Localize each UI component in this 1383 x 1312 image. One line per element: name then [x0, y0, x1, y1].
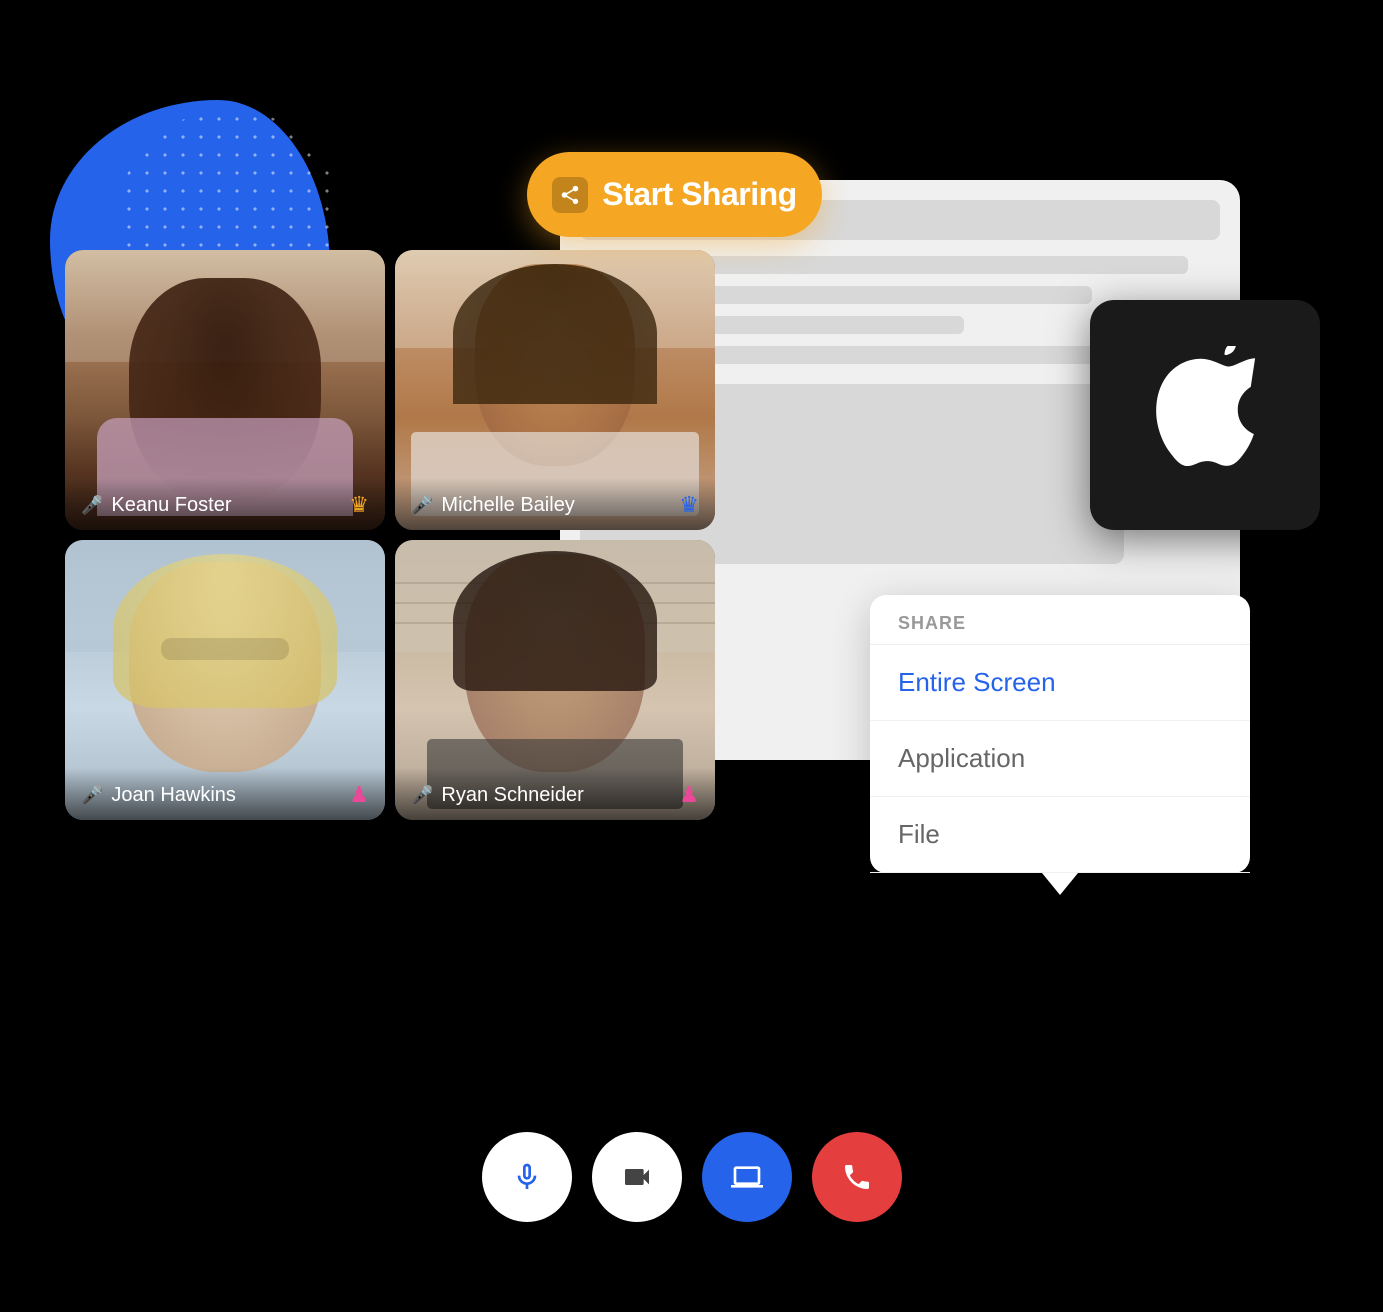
- apple-logo-card: [1090, 300, 1320, 530]
- mic-icon-joan: 🎤: [81, 785, 103, 806]
- mic-icon-michelle: 🎤: [411, 495, 433, 516]
- role-icon-keanu: ♛: [349, 492, 369, 518]
- mic-icon-keanu: 🎤: [81, 495, 103, 516]
- video-label-keanu: 🎤 Keanu Foster ♛: [65, 478, 385, 530]
- mic-button[interactable]: [482, 1132, 572, 1222]
- share-icon: [552, 177, 588, 213]
- role-icon-michelle: ♛: [679, 492, 699, 518]
- apple-icon: [1145, 346, 1265, 485]
- video-cell-joan: 🎤 Joan Hawkins ♟: [65, 540, 385, 820]
- controls-bar: [482, 1132, 902, 1222]
- start-sharing-label: Start Sharing: [602, 176, 796, 213]
- share-menu-arrow: [1042, 873, 1078, 895]
- video-cell-keanu: 🎤 Keanu Foster ♛: [65, 250, 385, 530]
- video-label-left-ryan: 🎤 Ryan Schneider: [411, 784, 584, 807]
- video-label-left-joan: 🎤 Joan Hawkins: [81, 784, 236, 807]
- start-sharing-button[interactable]: Start Sharing: [527, 152, 822, 237]
- share-menu: SHARE Entire Screen Application File: [870, 595, 1250, 873]
- share-menu-item-application[interactable]: Application: [870, 721, 1250, 797]
- screen-share-button[interactable]: [702, 1132, 792, 1222]
- video-grid: 🎤 Keanu Foster ♛ 🎤 Michelle Bailey: [65, 250, 715, 820]
- video-label-left-keanu: 🎤 Keanu Foster: [81, 494, 232, 517]
- role-icon-ryan: ♟: [679, 782, 699, 808]
- end-call-button[interactable]: [812, 1132, 902, 1222]
- mic-icon-ryan: 🎤: [411, 785, 433, 806]
- role-icon-joan: ♟: [349, 782, 369, 808]
- video-label-michelle: 🎤 Michelle Bailey ♛: [395, 478, 715, 530]
- person-name-keanu: Keanu Foster: [111, 494, 231, 517]
- video-label-left-michelle: 🎤 Michelle Bailey: [411, 494, 575, 517]
- video-cell-ryan: 🎤 Ryan Schneider ♟: [395, 540, 715, 820]
- person-name-michelle: Michelle Bailey: [441, 494, 574, 517]
- video-label-joan: 🎤 Joan Hawkins ♟: [65, 768, 385, 820]
- share-menu-item-entire-screen[interactable]: Entire Screen: [870, 645, 1250, 721]
- share-menu-header: SHARE: [870, 595, 1250, 644]
- person-name-joan: Joan Hawkins: [111, 784, 236, 807]
- camera-button[interactable]: [592, 1132, 682, 1222]
- share-menu-item-file[interactable]: File: [870, 797, 1250, 873]
- person-name-ryan: Ryan Schneider: [441, 784, 583, 807]
- video-label-ryan: 🎤 Ryan Schneider ♟: [395, 768, 715, 820]
- main-scene: Start Sharing SHARE Entire Screen Applic…: [0, 0, 1383, 1312]
- video-cell-michelle: 🎤 Michelle Bailey ♛: [395, 250, 715, 530]
